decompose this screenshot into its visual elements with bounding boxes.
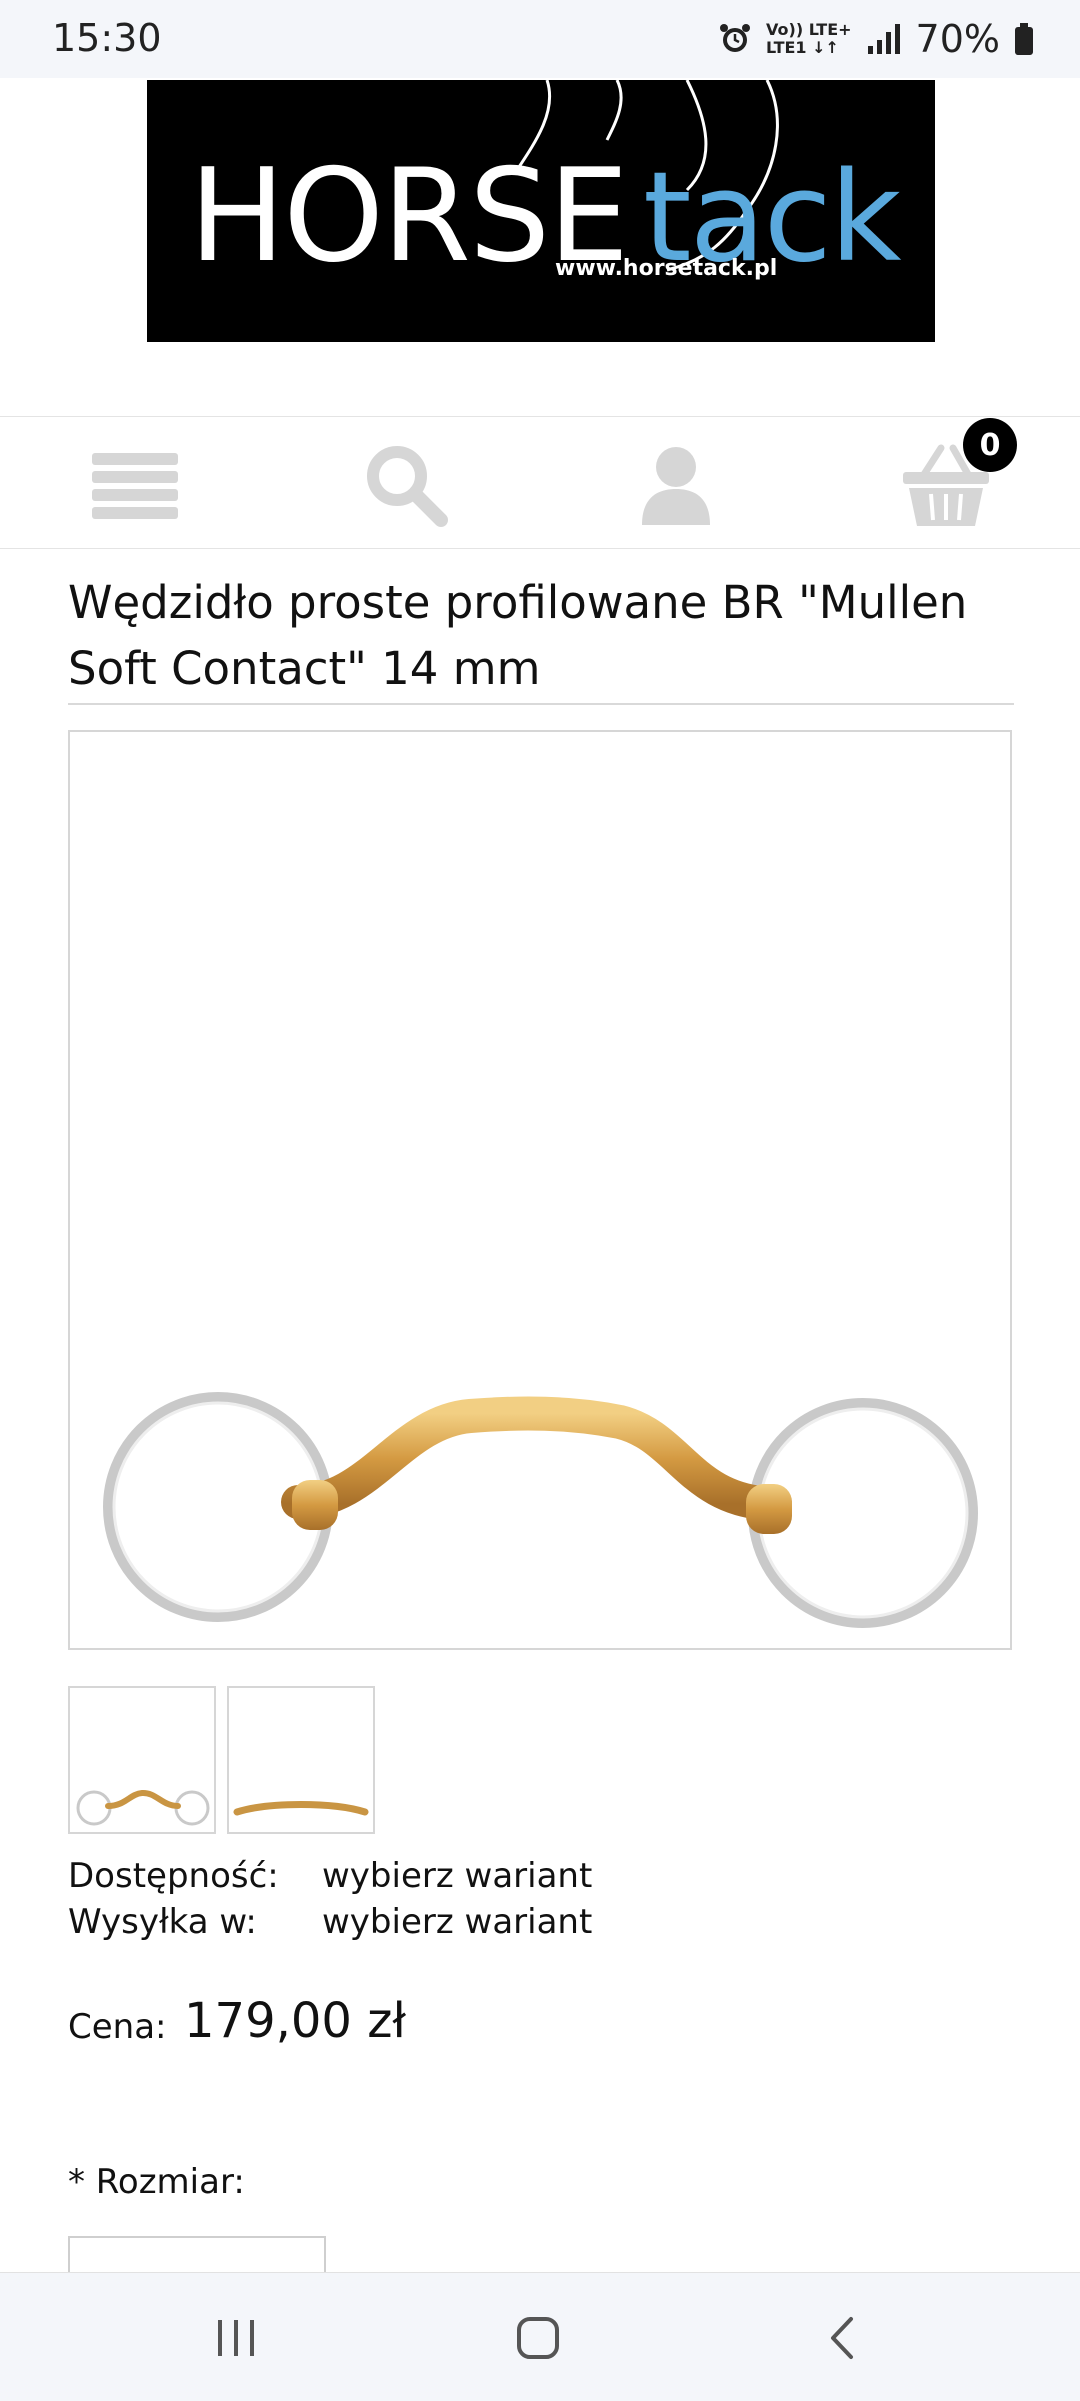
- battery-percent: 70%: [915, 17, 1000, 61]
- header-divider: [0, 416, 1080, 417]
- search-button[interactable]: [356, 440, 456, 530]
- signal-icon: [867, 24, 900, 54]
- nav-divider: [0, 548, 1080, 549]
- site-logo[interactable]: HORSE tack www.horsetack.pl: [147, 80, 935, 342]
- title-divider: [68, 703, 1014, 705]
- recent-apps-button[interactable]: [196, 2303, 276, 2373]
- alarm-icon: [720, 24, 751, 52]
- thumbnail-bit-image: [76, 1790, 210, 1826]
- account-button[interactable]: [626, 440, 726, 530]
- system-nav-bar: [0, 2272, 1080, 2401]
- availability-value: wybierz wariant: [322, 1856, 593, 1896]
- battery-icon: [1015, 23, 1033, 55]
- home-button[interactable]: [498, 2303, 578, 2373]
- status-icons: Vo)) LTE+ LTE1 ↓↑ 70%: [718, 14, 1034, 64]
- shipping-value: wybierz wariant: [322, 1902, 593, 1942]
- product-title: Wędzidło proste profilowane BR "Mullen S…: [68, 576, 968, 695]
- size-label: * Rozmiar:: [68, 2162, 245, 2202]
- logo-url: www.horsetack.pl: [555, 256, 778, 281]
- nav-toolbar: [0, 418, 1080, 548]
- product-main-image[interactable]: [68, 730, 1012, 1650]
- user-icon: [642, 447, 710, 525]
- thumbnail-1[interactable]: [68, 1686, 216, 1834]
- home-icon: [517, 2317, 559, 2359]
- snaffle-bit-image: [103, 1392, 978, 1628]
- recent-apps-icon: [218, 2320, 254, 2356]
- search-icon: [367, 446, 448, 527]
- shipping-label: Wysyłka w:: [68, 1902, 257, 1942]
- cart-count-badge[interactable]: 0: [963, 418, 1017, 472]
- price-value: 179,00 zł: [184, 1993, 407, 2049]
- thumbnail-bit-side-image: [233, 1801, 369, 1816]
- menu-button[interactable]: [85, 440, 185, 530]
- network-status: Vo)) LTE+ LTE1 ↓↑: [766, 20, 852, 57]
- price-label: Cena:: [68, 2007, 167, 2047]
- menu-icon: [92, 453, 178, 519]
- availability-label: Dostępność:: [68, 1856, 279, 1896]
- status-bar: 15:30 Vo)) LTE+ LTE1 ↓↑ 70%: [0, 0, 1080, 78]
- status-time: 15:30: [52, 16, 162, 60]
- thumbnail-2[interactable]: [227, 1686, 375, 1834]
- back-icon: [831, 2317, 853, 2359]
- back-button[interactable]: [802, 2303, 882, 2373]
